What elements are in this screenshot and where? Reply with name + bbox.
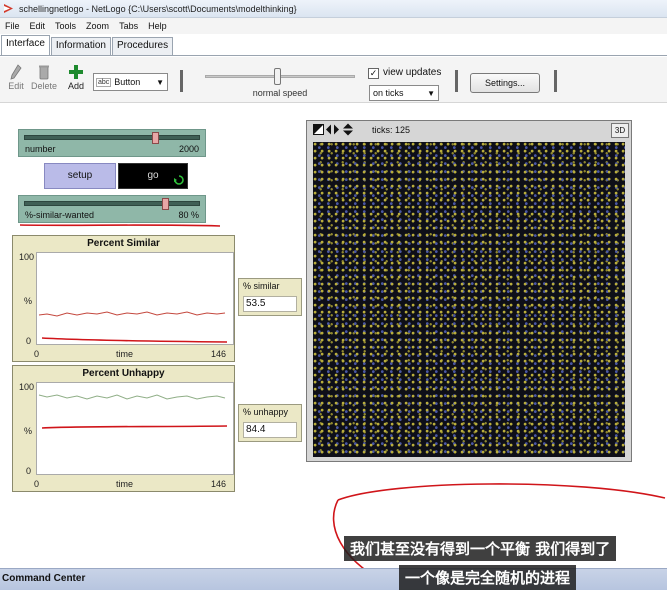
tab-interface[interactable]: Interface: [1, 35, 50, 55]
slider-track[interactable]: [24, 135, 200, 140]
view-updates-label: view updates: [383, 67, 442, 78]
plot-title: Percent Unhappy: [82, 368, 165, 379]
plot-ymax: 100: [19, 252, 35, 262]
tab-procedures[interactable]: Procedures: [111, 37, 174, 55]
world-view[interactable]: [313, 142, 625, 457]
go-button[interactable]: go: [118, 163, 188, 189]
view-updates-checkbox[interactable]: ✓: [368, 68, 379, 79]
slider-label: number: [25, 144, 56, 154]
pencil-icon: [10, 64, 22, 80]
plot-title: Percent Similar: [87, 238, 160, 249]
slider-handle[interactable]: [152, 132, 159, 144]
menu-file[interactable]: File: [0, 21, 25, 31]
plot-xmin: 0: [34, 349, 40, 359]
plot-xlabel: time: [116, 349, 134, 359]
3d-view-button[interactable]: 3D: [611, 123, 629, 138]
plot-xmin: 0: [34, 479, 40, 489]
update-mode-select[interactable]: on ticks ▼: [369, 85, 439, 101]
chevron-down-icon: ▼: [156, 77, 164, 87]
plot-ylabel: %: [24, 426, 33, 436]
trash-icon: [39, 65, 49, 80]
tab-information[interactable]: Information: [50, 37, 111, 55]
update-mode-value: on ticks: [373, 88, 404, 98]
speed-slider-handle[interactable]: [274, 68, 281, 85]
similar-monitor: % similar 53.5: [238, 278, 302, 316]
plot-lines: [38, 311, 228, 343]
percent-unhappy-plot: Percent Unhappy 100 % 0 0 time 146: [12, 365, 235, 492]
widget-type-value: Button: [114, 77, 141, 87]
plot-lines: [38, 394, 228, 429]
toolbar-separator: [554, 70, 557, 92]
menu-help[interactable]: Help: [143, 21, 172, 31]
plot-ymin: 0: [26, 466, 32, 476]
subtitle-line-2: 一个像是完全随机的进程: [399, 565, 577, 590]
go-label: go: [147, 170, 159, 181]
move-vertical-icon[interactable]: [343, 123, 353, 136]
number-slider[interactable]: number 2000: [18, 129, 206, 157]
monitor-value: 53.5: [243, 296, 297, 312]
monitor-value: 84.4: [243, 422, 297, 438]
percent-similar-plot: Percent Similar 100 % 0 0 time 146: [12, 235, 235, 362]
add-label: Add: [67, 81, 84, 91]
toolbar-separator: [455, 70, 458, 92]
plot-xmax: 146: [211, 349, 227, 359]
plot-xmax: 146: [211, 479, 227, 489]
menu-tools[interactable]: Tools: [50, 21, 81, 31]
speed-label: normal speed: [252, 88, 308, 98]
slider-handle[interactable]: [162, 198, 169, 210]
interface-toolbar: Edit Delete Add abc Button ▼: [0, 57, 667, 103]
plot-area: [36, 382, 234, 475]
add-button[interactable]: Add: [60, 63, 92, 91]
menu-tabs[interactable]: Tabs: [114, 21, 143, 31]
menu-zoom[interactable]: Zoom: [81, 21, 114, 31]
menu-edit[interactable]: Edit: [25, 21, 51, 31]
plus-icon: [69, 65, 83, 79]
ticks-counter: ticks: 125: [372, 125, 411, 135]
button-widget-icon: abc: [96, 77, 112, 87]
slider-label: %-similar-wanted: [25, 210, 95, 220]
delete-label: Delete: [30, 81, 57, 91]
plot-area: [36, 252, 234, 345]
slider-value: 2000: [178, 144, 199, 154]
window-title: schellingnetlogo - NetLogo {C:\Users\sco…: [19, 3, 297, 14]
monitor-label: % similar: [243, 281, 280, 291]
netlogo-app-icon: [4, 4, 13, 13]
plot-ylabel: %: [24, 296, 33, 306]
view-control-icons: [313, 123, 353, 136]
plot-xlabel: time: [116, 479, 134, 489]
subtitle-line-1: 我们甚至没有得到一个平衡 我们得到了: [344, 536, 617, 561]
unhappy-monitor: % unhappy 84.4: [238, 404, 302, 442]
slider-value: 80 %: [178, 210, 199, 220]
widget-type-select[interactable]: abc Button ▼: [93, 73, 168, 91]
main-tabs: Interface Information Procedures: [0, 35, 667, 56]
move-horizontal-icon[interactable]: [326, 124, 339, 135]
plot-ymin: 0: [26, 336, 32, 346]
slider-track[interactable]: [24, 201, 200, 206]
orbit-icon[interactable]: [313, 124, 324, 135]
monitor-label: % unhappy: [243, 407, 289, 417]
command-center-label: Command Center: [2, 573, 86, 584]
chevron-down-icon: ▼: [427, 88, 435, 98]
delete-button[interactable]: Delete: [28, 63, 60, 91]
title-bar: schellingnetlogo - NetLogo {C:\Users\sco…: [0, 0, 667, 18]
menu-bar: File Edit Tools Zoom Tabs Help: [0, 18, 667, 34]
toolbar-separator: [180, 70, 183, 92]
similar-wanted-slider[interactable]: %-similar-wanted 80 %: [18, 195, 206, 223]
setup-button[interactable]: setup: [44, 163, 116, 189]
settings-button[interactable]: Settings...: [470, 73, 540, 93]
forever-icon: [174, 175, 184, 185]
red-annotation-underline: [19, 224, 221, 227]
plot-ymax: 100: [19, 382, 35, 392]
